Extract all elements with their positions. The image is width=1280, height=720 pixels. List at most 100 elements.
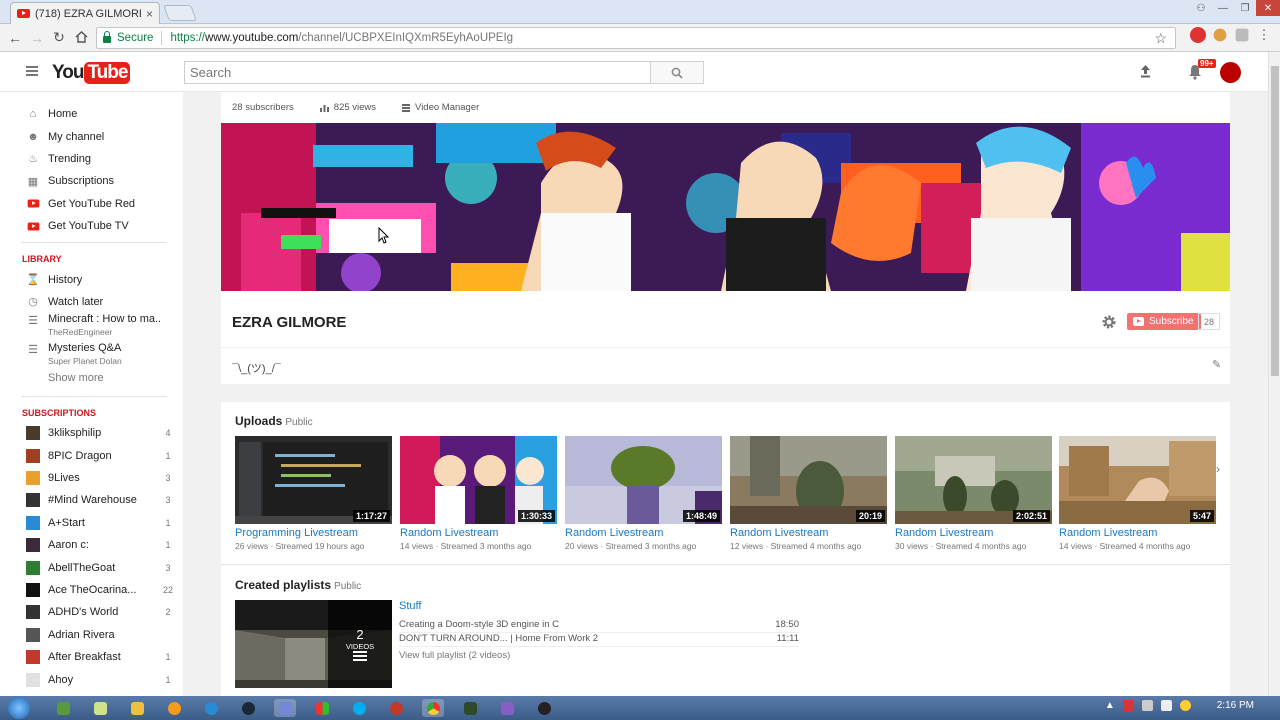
- tray-volume-icon[interactable]: [1160, 700, 1172, 711]
- view-full-playlist-link[interactable]: View full playlist (2 videos): [399, 650, 510, 661]
- account-avatar[interactable]: [1220, 62, 1241, 83]
- edit-pencil-icon[interactable]: ✎: [1212, 358, 1221, 371]
- new-tab-button[interactable]: [163, 5, 197, 21]
- sidebar-item-get-youtube-red[interactable]: Get YouTube Red: [0, 193, 183, 215]
- video-card[interactable]: 20:19 Random Livestream 12 views · Strea…: [730, 436, 887, 551]
- youtube-logo[interactable]: You Tube: [52, 62, 131, 84]
- taskbar-app-media-icon[interactable]: [163, 699, 185, 717]
- reload-icon[interactable]: ↻: [48, 29, 70, 46]
- taskbar-app-chrome-icon[interactable]: [422, 699, 444, 717]
- taskbar-app-record-icon[interactable]: [385, 699, 407, 717]
- video-card[interactable]: 1:30:33 Random Livestream 14 views · Str…: [400, 436, 557, 551]
- tray-weather-icon[interactable]: [1179, 700, 1191, 711]
- tab-close-icon[interactable]: ×: [146, 7, 153, 21]
- profile-icon[interactable]: ⚇: [1190, 0, 1212, 16]
- subscription-item[interactable]: AbellTheGoat 3: [0, 556, 183, 578]
- video-thumbnail[interactable]: 2:02:51: [895, 436, 1052, 524]
- sidebar-item-trending[interactable]: ♨ Trending: [0, 148, 183, 170]
- video-card[interactable]: 2:02:51 Random Livestream 30 views · Str…: [895, 436, 1052, 551]
- sidebar-item-home[interactable]: ⌂ Home: [0, 103, 183, 125]
- video-thumbnail[interactable]: 1:30:33: [400, 436, 557, 524]
- video-thumbnail[interactable]: 1:17:27: [235, 436, 392, 524]
- subscription-item[interactable]: ADHD's World 2: [0, 601, 183, 623]
- subscription-item[interactable]: Adrian Rivera: [0, 624, 183, 646]
- subscription-item[interactable]: A+Start 1: [0, 512, 183, 534]
- playlist-title-link[interactable]: Stuff: [399, 600, 421, 612]
- subscribe-button[interactable]: Subscribe: [1127, 313, 1202, 330]
- sidebar-item-get-youtube-tv[interactable]: Get YouTube TV: [0, 215, 183, 237]
- taskbar-app-visual-studio-icon[interactable]: [496, 699, 518, 717]
- forward-arrow-icon[interactable]: →: [26, 30, 48, 46]
- home-button-icon[interactable]: [70, 30, 92, 46]
- back-arrow-icon[interactable]: ←: [4, 30, 26, 46]
- maximize-button[interactable]: ❐: [1234, 0, 1256, 16]
- scrollbar-thumb[interactable]: [1271, 66, 1279, 376]
- sidebar-item-my-channel[interactable]: ☻ My channel: [0, 125, 183, 147]
- subscription-item[interactable]: After Breakfast 1: [0, 646, 183, 668]
- playlist-thumbnail[interactable]: 2 VIDEOS: [235, 600, 392, 688]
- video-title-link[interactable]: Random Livestream: [1059, 527, 1216, 539]
- upload-icon[interactable]: [1139, 64, 1152, 81]
- video-manager-link[interactable]: Video Manager: [402, 102, 479, 113]
- taskbar-clock[interactable]: 2:16 PM: [1217, 700, 1254, 711]
- tray-network-icon[interactable]: [1141, 700, 1153, 711]
- search-button[interactable]: [650, 61, 704, 84]
- taskbar-app-explorer-icon[interactable]: [126, 699, 148, 717]
- chrome-menu-icon[interactable]: ⋮: [1256, 27, 1272, 43]
- start-button[interactable]: [8, 697, 30, 719]
- tab-title: (718) EZRA GILMORE - YouTube: [35, 7, 141, 20]
- video-title-link[interactable]: Random Livestream: [565, 527, 722, 539]
- extension-red-icon[interactable]: [1190, 27, 1206, 43]
- search-input[interactable]: [184, 61, 651, 84]
- playlist-item[interactable]: DON'T TURN AROUND... | Home From Work 21…: [399, 633, 799, 647]
- video-card[interactable]: 5:47 Random Livestream 14 views · Stream…: [1059, 436, 1216, 551]
- tray-expand-icon[interactable]: ▲: [1105, 700, 1115, 711]
- sidebar-item-history[interactable]: ⌛ History: [0, 268, 183, 290]
- subscription-item[interactable]: Aaron c: 1: [0, 534, 183, 556]
- extension-grey-icon[interactable]: [1235, 28, 1249, 42]
- playlist-item[interactable]: Creating a Doom-style 3D engine in C 18:5…: [399, 619, 799, 633]
- show-more-link[interactable]: Show more: [0, 371, 183, 391]
- video-thumbnail[interactable]: 5:47: [1059, 436, 1216, 524]
- taskbar-app-skype-icon[interactable]: [348, 699, 370, 717]
- taskbar-app-ie-icon[interactable]: [200, 699, 222, 717]
- subscription-item[interactable]: 9Lives 3: [0, 467, 183, 489]
- subscription-item[interactable]: 3kliksphilip 4: [0, 422, 183, 444]
- bookmark-star-icon[interactable]: ☆: [1154, 30, 1167, 47]
- sidebar-item-subscriptions[interactable]: ▦ Subscriptions: [0, 170, 183, 192]
- page-scrollbar[interactable]: [1268, 52, 1280, 696]
- taskbar-app-store-icon[interactable]: [311, 699, 333, 717]
- extension-cookie-icon[interactable]: [1213, 28, 1227, 42]
- sidebar-playlist-item[interactable]: ☰ Minecraft : How to ma... TheRedEnginee…: [0, 313, 183, 342]
- subscription-item[interactable]: Ace TheOcarina... 22: [0, 579, 183, 601]
- channel-settings-gear-icon[interactable]: [1101, 314, 1117, 330]
- shelf-next-arrow-icon[interactable]: ›: [1216, 462, 1220, 476]
- video-title-link[interactable]: Random Livestream: [400, 527, 557, 539]
- minimize-button[interactable]: —: [1212, 0, 1234, 16]
- video-card[interactable]: 1:17:27 Programming Livestream 26 views …: [235, 436, 392, 551]
- taskbar-app-obs-icon[interactable]: [533, 699, 555, 717]
- video-title-link[interactable]: Random Livestream: [895, 527, 1052, 539]
- subscription-item[interactable]: Ahoy 1: [0, 668, 183, 690]
- browser-tab[interactable]: (718) EZRA GILMORE - YouTube ×: [10, 2, 160, 24]
- taskbar-app-discord-icon[interactable]: [274, 699, 296, 717]
- sidebar-item-watch-later[interactable]: ◷ Watch later: [0, 291, 183, 313]
- created-playlists-heading[interactable]: Created playlists Public: [235, 578, 361, 592]
- taskbar-app-notepad-icon[interactable]: [89, 699, 111, 717]
- address-bar[interactable]: Secure https:// www.youtube.com /channel…: [96, 27, 1176, 49]
- subscription-item[interactable]: #Mind Warehouse 3: [0, 489, 183, 511]
- video-thumbnail[interactable]: 1:48:49: [565, 436, 722, 524]
- taskbar-app-terminal-icon[interactable]: [459, 699, 481, 717]
- sidebar-playlist-item[interactable]: ☰ Mysteries Q&A Super Planet Dolan: [0, 342, 183, 371]
- taskbar-app-minecraft-icon[interactable]: [52, 699, 74, 717]
- taskbar-app-steam-icon[interactable]: [237, 699, 259, 717]
- video-card[interactable]: 1:48:49 Random Livestream 20 views · Str…: [565, 436, 722, 551]
- uploads-heading[interactable]: Uploads Public: [235, 414, 313, 428]
- video-title-link[interactable]: Programming Livestream: [235, 527, 392, 539]
- subscription-item[interactable]: 8PIC Dragon 1: [0, 445, 183, 467]
- tray-shield-icon[interactable]: [1122, 700, 1134, 711]
- guide-menu-icon[interactable]: [26, 66, 38, 76]
- video-title-link[interactable]: Random Livestream: [730, 527, 887, 539]
- video-thumbnail[interactable]: 20:19: [730, 436, 887, 524]
- close-window-button[interactable]: ✕: [1256, 0, 1280, 16]
